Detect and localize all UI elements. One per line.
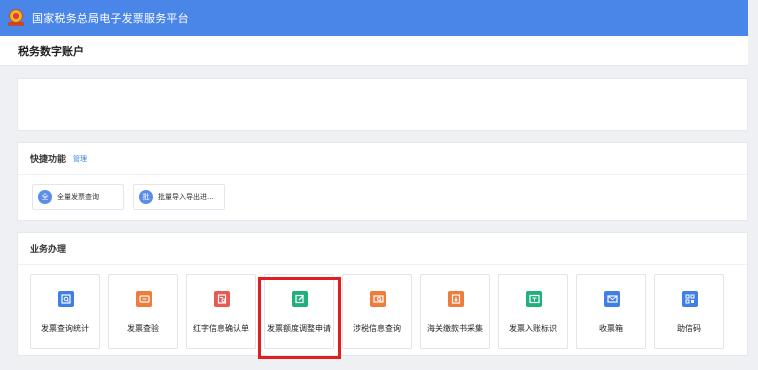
tile-label: 发票入账标识	[509, 324, 557, 333]
quick-item-badge: 批	[139, 190, 153, 204]
tile-red-letter-confirm[interactable]: 红字信息确认单	[186, 274, 256, 349]
tile-invoice-quota-adjust[interactable]: 发票额度调整申请	[264, 274, 334, 349]
tile-credit-code[interactable]: 助信码	[654, 274, 724, 349]
empty-panel	[17, 78, 748, 131]
quick-functions-panel: 快捷功能 管理 全 全量发票查询 批 批量导入导出进...	[17, 142, 748, 221]
red-letter-doc-icon	[214, 291, 230, 307]
account-bar: 税务数字账户	[0, 36, 748, 66]
edit-doc-icon	[292, 291, 308, 307]
tile-label: 发票查询统计	[41, 324, 89, 333]
search-doc-icon	[58, 291, 74, 307]
tile-label: 海关缴款书采集	[427, 324, 483, 333]
quick-item-full-invoice-query[interactable]: 全 全量发票查询	[32, 184, 124, 210]
mail-icon	[604, 291, 620, 307]
tile-label: 发票查验	[127, 324, 159, 333]
quick-functions-header: 快捷功能 管理	[18, 143, 747, 175]
quick-functions-title: 快捷功能	[30, 155, 67, 165]
page-title: 税务数字账户	[18, 44, 84, 58]
business-header: 业务办理	[18, 233, 747, 265]
tile-label: 发票额度调整申请	[267, 324, 331, 333]
qr-code-icon	[682, 291, 698, 307]
top-header-bar: 国家税务总局电子发票服务平台	[0, 0, 748, 36]
tax-info-search-icon	[370, 291, 386, 307]
business-title: 业务办理	[30, 245, 67, 255]
quick-item-badge: 全	[38, 190, 52, 204]
manage-link[interactable]: 管理	[73, 154, 87, 164]
tile-label: 助信码	[677, 324, 701, 333]
quick-item-label: 全量发票查询	[57, 193, 99, 201]
tile-customs-payment-collect[interactable]: 海关缴款书采集	[420, 274, 490, 349]
download-doc-icon	[448, 291, 464, 307]
tile-label: 收票箱	[599, 324, 623, 333]
tile-invoice-query-stats[interactable]: 发票查询统计	[30, 274, 100, 349]
quick-item-batch-import-export[interactable]: 批 批量导入导出进...	[133, 184, 225, 210]
quick-item-label: 批量导入导出进...	[158, 193, 214, 201]
tax-emblem-icon	[8, 9, 24, 27]
tile-receive-box[interactable]: 收票箱	[576, 274, 646, 349]
ticket-icon	[136, 291, 152, 307]
app-title: 国家税务总局电子发票服务平台	[32, 12, 189, 25]
invoice-tag-icon	[526, 291, 542, 307]
tile-tax-info-query[interactable]: 涉税信息查询	[342, 274, 412, 349]
tile-invoice-entry-mark[interactable]: 发票入账标识	[498, 274, 568, 349]
tile-label: 红字信息确认单	[193, 324, 249, 333]
tile-label: 涉税信息查询	[353, 324, 401, 333]
tile-invoice-verify[interactable]: 发票查验	[108, 274, 178, 349]
